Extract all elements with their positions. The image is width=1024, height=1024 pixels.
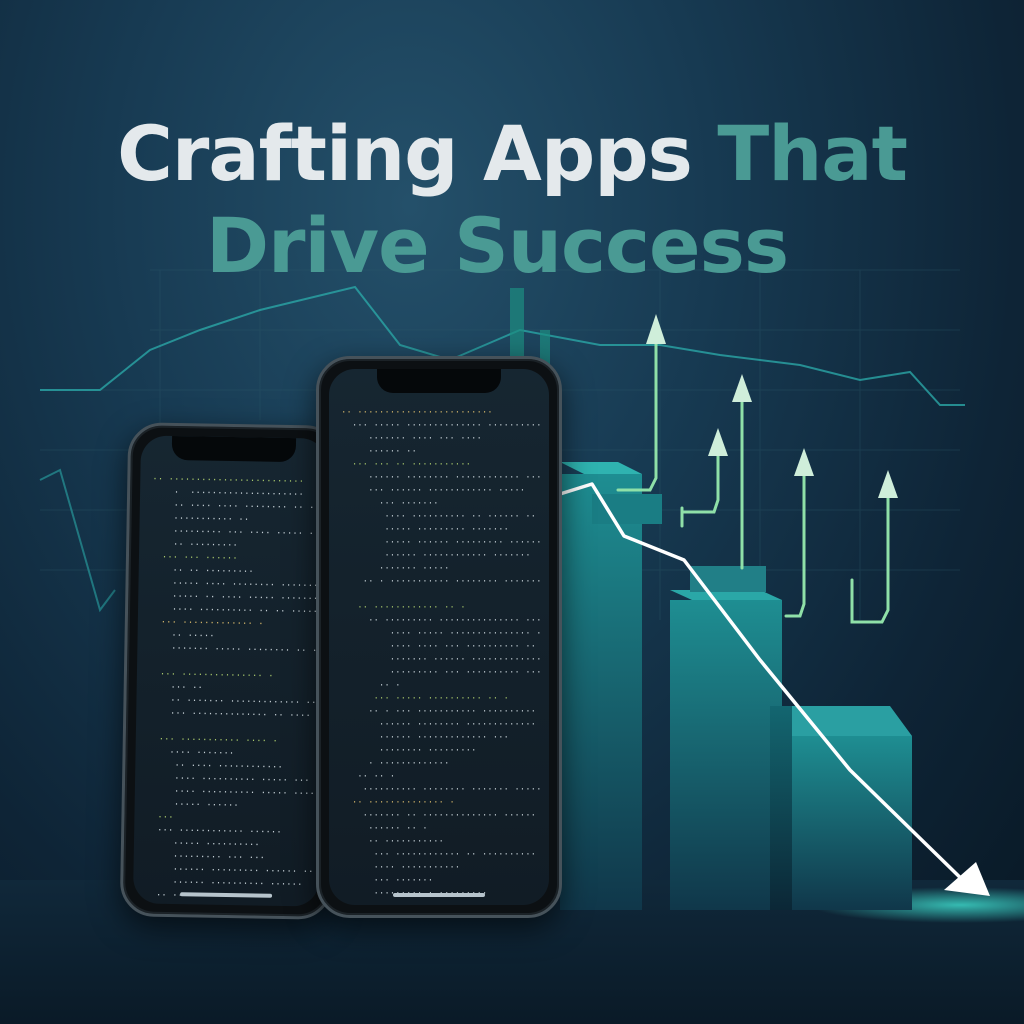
bar-3-side <box>770 706 792 910</box>
bar-1-top <box>560 462 642 474</box>
smartphone-icon: ·· ························· · ·········… <box>119 422 341 920</box>
phone-notch <box>171 435 297 463</box>
smartphone-icon: ·· ························· ··· ····· ·… <box>316 356 562 918</box>
phone-screen-left: ·· ························· · ·········… <box>132 435 328 907</box>
code-snippet-left: ·· ························· · ·········… <box>152 474 321 903</box>
headline-line-2: Drive Success <box>205 201 789 290</box>
home-indicator <box>393 893 485 897</box>
headline: Crafting Apps That Drive Success <box>0 108 1024 292</box>
background-line-chart-left <box>39 468 116 613</box>
bar-3 <box>782 736 912 910</box>
code-snippet-right: ·· ························· ··· ····· ·… <box>341 408 543 905</box>
phone-screen-right: ·· ························· ··· ····· ·… <box>329 369 549 905</box>
bar-2 <box>670 600 782 910</box>
headline-white-part: Crafting Apps <box>117 109 693 198</box>
bar-2-cap <box>690 566 766 592</box>
bar-chart-3d <box>560 462 912 910</box>
phone-notch <box>377 369 501 393</box>
headline-teal-part: That <box>717 109 908 198</box>
